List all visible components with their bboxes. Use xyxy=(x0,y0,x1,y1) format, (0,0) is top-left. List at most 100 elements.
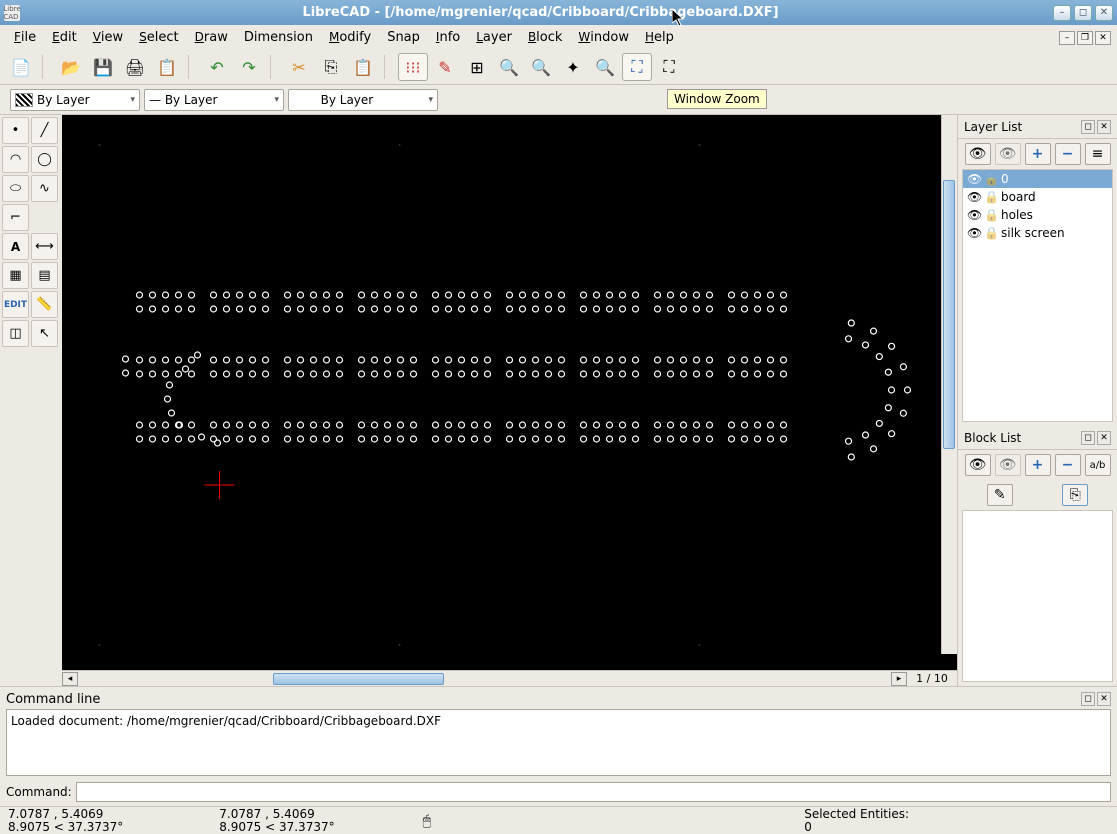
panel-float-icon[interactable]: ◻ xyxy=(1081,120,1095,134)
hscroll-track[interactable] xyxy=(78,672,891,686)
layer-remove-icon[interactable]: − xyxy=(1055,143,1081,165)
line-tool-icon[interactable]: ╱ xyxy=(31,117,58,144)
layer-item[interactable]: 👁🔒0 xyxy=(963,170,1112,188)
mdi-minimize[interactable]: – xyxy=(1059,31,1075,45)
block-edit-icon[interactable]: ✎ xyxy=(987,484,1013,506)
menu-help[interactable]: Help xyxy=(637,27,682,48)
block-rename-icon[interactable]: a/b xyxy=(1085,454,1111,476)
undo-icon[interactable]: ↶ xyxy=(202,53,232,81)
color-combo[interactable]: By Layer ▾ xyxy=(10,89,140,111)
measure-tool-icon[interactable]: 📏 xyxy=(31,291,58,318)
circle-tool-icon[interactable]: ◯ xyxy=(31,146,58,173)
menu-dimension[interactable]: Dimension xyxy=(236,27,321,48)
new-icon[interactable]: 📄 xyxy=(6,53,36,81)
command-input[interactable] xyxy=(76,782,1111,802)
mdi-close[interactable]: ✕ xyxy=(1095,31,1111,45)
vscroll-thumb[interactable] xyxy=(943,180,955,450)
menu-edit[interactable]: Edit xyxy=(44,27,85,48)
statusbar-icon[interactable]: ⊞ xyxy=(462,53,492,81)
grid-icon[interactable]: ⁝⁝⁝ xyxy=(398,53,428,81)
menu-snap[interactable]: Snap xyxy=(379,27,428,48)
hscroll-right[interactable]: ▸ xyxy=(891,672,907,686)
panel-close-icon[interactable]: ✕ xyxy=(1097,431,1111,445)
close-button[interactable]: ✕ xyxy=(1095,5,1113,21)
draft-icon[interactable]: ✎ xyxy=(430,53,460,81)
layer-item[interactable]: 👁🔒board xyxy=(963,188,1112,206)
block-insert-icon[interactable]: ⎘ xyxy=(1062,484,1088,506)
block-remove-icon[interactable]: − xyxy=(1055,454,1081,476)
menu-view[interactable]: View xyxy=(85,27,131,48)
mdi-restore[interactable]: ❐ xyxy=(1077,31,1093,45)
panel-float-icon[interactable]: ◻ xyxy=(1081,431,1095,445)
menu-info[interactable]: Info xyxy=(428,27,468,48)
vertical-scrollbar[interactable] xyxy=(941,115,957,654)
status-selected: Selected Entities: 0 xyxy=(796,808,917,834)
maximize-button[interactable]: ◻ xyxy=(1074,5,1092,21)
command-header: Command line ◻ ✕ xyxy=(6,689,1111,709)
print-icon[interactable]: 🖨 xyxy=(120,53,150,81)
text-tool-icon[interactable]: A xyxy=(2,233,29,260)
menu-file[interactable]: File xyxy=(6,27,44,48)
panel-float-icon[interactable]: ◻ xyxy=(1081,692,1095,706)
drawing-canvas[interactable] xyxy=(62,115,957,670)
panel-close-icon[interactable]: ✕ xyxy=(1097,692,1111,706)
select-tool-icon[interactable]: ↖ xyxy=(31,320,58,347)
save-icon[interactable]: 💾 xyxy=(88,53,118,81)
copy-icon[interactable]: ⎘ xyxy=(316,53,346,81)
open-icon[interactable]: 📂 xyxy=(56,53,86,81)
mouse-icon: 🖱 xyxy=(423,813,431,829)
block-hide-all-icon[interactable]: 👁 xyxy=(995,454,1021,476)
image-tool-icon[interactable]: ▤ xyxy=(31,262,58,289)
command-title: Command line xyxy=(6,692,1079,707)
command-input-row: Command: xyxy=(6,780,1111,804)
zoom-in-icon[interactable]: 🔍 xyxy=(494,53,524,81)
point-tool-icon[interactable]: • xyxy=(2,117,29,144)
cut-icon[interactable]: ✂ xyxy=(284,53,314,81)
zoom-prev-icon[interactable]: 🔍 xyxy=(590,53,620,81)
menu-draw[interactable]: Draw xyxy=(187,27,236,48)
window-controls: – ◻ ✕ xyxy=(1053,5,1113,21)
menu-window[interactable]: Window xyxy=(570,27,637,48)
hscroll-left[interactable]: ◂ xyxy=(62,672,78,686)
minimize-button[interactable]: – xyxy=(1053,5,1071,21)
layer-hide-all-icon[interactable]: 👁 xyxy=(995,143,1021,165)
dimension-tool-icon[interactable]: ⟷ xyxy=(31,233,58,260)
layer-item[interactable]: 👁🔒silk screen xyxy=(963,224,1112,242)
menu-layer[interactable]: Layer xyxy=(468,27,520,48)
layer-show-all-icon[interactable]: 👁 xyxy=(965,143,991,165)
polyline-tool-icon[interactable]: ⌐ xyxy=(2,204,29,231)
print-preview-icon[interactable]: 📋 xyxy=(152,53,182,81)
zoom-out-icon[interactable]: 🔍 xyxy=(526,53,556,81)
paste-icon[interactable]: 📋 xyxy=(348,53,378,81)
lock-icon: 🔒 xyxy=(984,226,998,240)
menu-block[interactable]: Block xyxy=(520,27,570,48)
lock-icon: 🔒 xyxy=(984,172,998,186)
tooltip: Window Zoom xyxy=(667,89,767,109)
zoom-auto-icon[interactable]: ✦ xyxy=(558,53,588,81)
ellipse-tool-icon[interactable]: ⬭ xyxy=(2,175,29,202)
layer-edit-icon[interactable]: ≡ xyxy=(1085,143,1111,165)
command-log[interactable]: Loaded document: /home/mgrenier/qcad/Cri… xyxy=(6,709,1111,776)
layer-list[interactable]: 👁🔒0👁🔒board👁🔒holes👁🔒silk screen xyxy=(962,169,1113,422)
linewidth-combo[interactable]: By Layer ▾ xyxy=(288,89,438,111)
menu-select[interactable]: Select xyxy=(131,27,186,48)
block-show-all-icon[interactable]: 👁 xyxy=(965,454,991,476)
layer-item[interactable]: 👁🔒holes xyxy=(963,206,1112,224)
block-list[interactable] xyxy=(962,510,1113,682)
zoom-window-icon[interactable]: ⛶ xyxy=(622,53,652,81)
zoom-pan-icon[interactable]: ⛶ xyxy=(654,53,684,81)
panel-close-icon[interactable]: ✕ xyxy=(1097,120,1111,134)
hscroll-thumb[interactable] xyxy=(273,673,444,685)
hatch-tool-icon[interactable]: ▦ xyxy=(2,262,29,289)
spline-tool-icon[interactable]: ∿ xyxy=(31,175,58,202)
arc-tool-icon[interactable]: ◠ xyxy=(2,146,29,173)
block-tool-icon[interactable]: ◫ xyxy=(2,320,29,347)
edit-tool-icon[interactable]: EDIT xyxy=(2,291,29,318)
redo-icon[interactable]: ↷ xyxy=(234,53,264,81)
layer-add-icon[interactable]: + xyxy=(1025,143,1051,165)
block-add-icon[interactable]: + xyxy=(1025,454,1051,476)
menu-modify[interactable]: Modify xyxy=(321,27,379,48)
linetype-combo[interactable]: — By Layer ▾ xyxy=(144,89,284,111)
layer-panel: Layer List ◻ ✕ 👁 👁 + − ≡ 👁🔒0👁🔒board👁🔒hol… xyxy=(958,115,1117,426)
chevron-down-icon: ▾ xyxy=(428,95,433,105)
